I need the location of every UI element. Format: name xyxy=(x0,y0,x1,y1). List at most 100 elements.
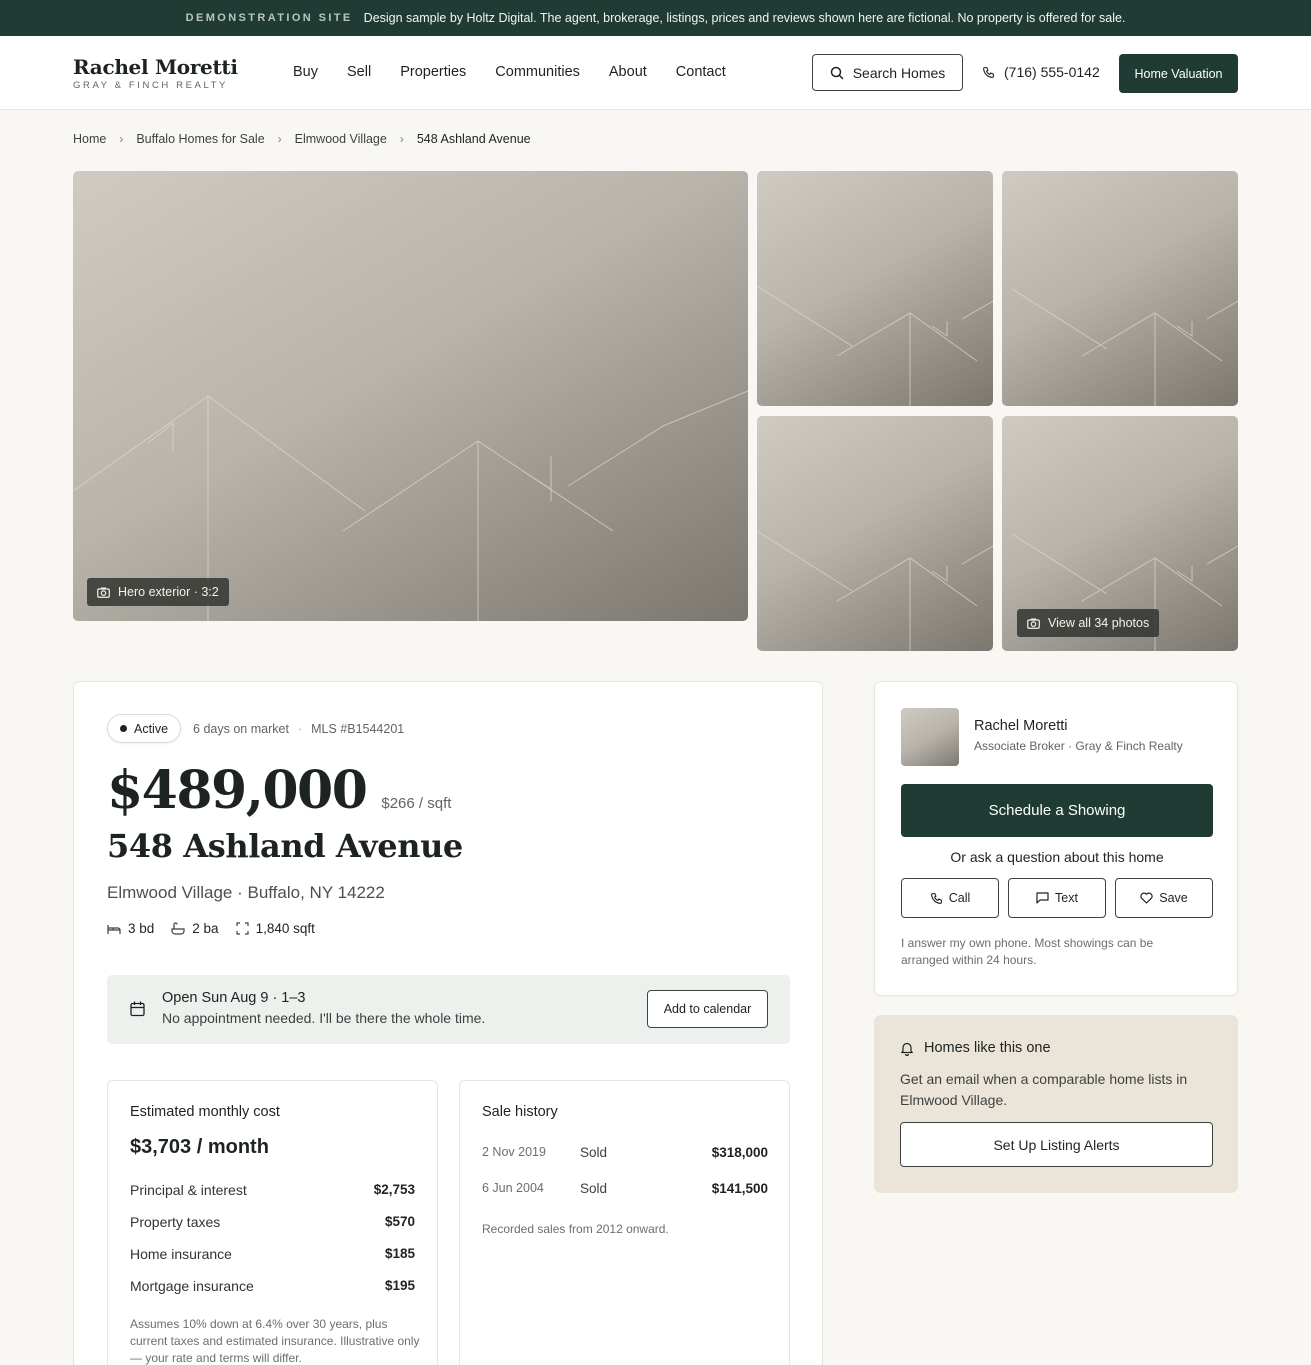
monthly-cost-card: Estimated monthly cost $3,703 / month Pr… xyxy=(107,1080,438,1365)
bell-icon xyxy=(901,1042,913,1056)
main-nav: Buy Sell Properties Communities About Co… xyxy=(293,63,755,81)
ask-question-text: Or ask a question about this home xyxy=(950,849,1164,865)
price-per-sqft: $266 / sqft xyxy=(381,795,452,812)
listing-alerts-card: Homes like this one Get an email when a … xyxy=(874,1015,1238,1193)
alerts-description: Get an email when a comparable home list… xyxy=(900,1071,1188,1108)
bath-icon xyxy=(171,922,185,935)
sale-amount: $141,500 xyxy=(711,1181,768,1196)
nav-contact[interactable]: Contact xyxy=(676,63,726,81)
calendar-icon xyxy=(130,1001,145,1017)
text-button[interactable]: Text xyxy=(1008,878,1106,918)
price-row: $489,000 $266 / sqft xyxy=(107,760,451,821)
search-homes-button[interactable]: Search Homes xyxy=(812,54,963,91)
sale-history-note: Recorded sales from 2012 onward. xyxy=(482,1222,669,1236)
call-label: Call xyxy=(948,891,971,905)
breadcrumb-elmwood[interactable]: Elmwood Village xyxy=(295,132,387,146)
status-label: Active xyxy=(134,721,169,736)
hero-photo-label: Hero exterior · 3:2 xyxy=(87,578,229,606)
site-header: Rachel Moretti GRAY & FINCH REALTY Buy S… xyxy=(0,36,1311,110)
house-outline-illustration xyxy=(1011,288,1238,406)
nav-properties[interactable]: Properties xyxy=(400,63,466,81)
agent-contact-card: Rachel Moretti Associate Broker · Gray &… xyxy=(874,681,1238,996)
message-icon xyxy=(1036,892,1049,904)
save-button[interactable]: Save xyxy=(1115,878,1213,918)
alerts-title-row: Homes like this one xyxy=(900,1040,1051,1056)
view-all-photos-button[interactable]: View all 34 photos xyxy=(1017,609,1160,637)
cost-label: Property taxes xyxy=(130,1214,221,1230)
beds-value: 3 bd xyxy=(128,921,155,936)
cost-row: Property taxes $570 xyxy=(130,1214,415,1230)
sale-history-card: Sale history 2 Nov 2019 Sold $318,000 6 … xyxy=(459,1080,790,1365)
open-house-subtitle: No appointment needed. I'll be there the… xyxy=(162,1010,486,1026)
gallery-photo-2[interactable] xyxy=(757,171,993,406)
open-house-banner: Open Sun Aug 9 · 1–3 No appointment need… xyxy=(107,975,790,1044)
demo-tag: DEMONSTRATION SITE xyxy=(185,12,353,24)
agent-name: Rachel Moretti xyxy=(974,718,1068,734)
nav-sell[interactable]: Sell xyxy=(347,63,371,81)
monthly-cost-total: $3,703 / month xyxy=(130,1136,269,1158)
home-valuation-button[interactable]: Home Valuation xyxy=(1119,54,1238,93)
phone-icon xyxy=(930,892,942,904)
header-phone-link[interactable]: (716) 555-0142 xyxy=(982,64,1100,80)
gallery-photo-5[interactable]: View all 34 photos xyxy=(1002,416,1238,651)
breadcrumb-buffalo[interactable]: Buffalo Homes for Sale xyxy=(136,132,264,146)
cost-amount: $195 xyxy=(384,1278,415,1293)
nav-communities[interactable]: Communities xyxy=(495,63,580,81)
add-to-calendar-button[interactable]: Add to calendar xyxy=(647,990,768,1028)
breadcrumb: Home › Buffalo Homes for Sale › Elmwood … xyxy=(73,132,531,146)
cost-amount: $570 xyxy=(384,1214,415,1229)
status-badge: Active xyxy=(107,714,182,743)
mls-number: MLS #B1544201 xyxy=(311,721,405,736)
heart-icon xyxy=(1140,892,1153,904)
baths-value: 2 ba xyxy=(192,921,219,936)
listing-status-row: Active 6 days on market · MLS #B1544201 xyxy=(107,714,404,743)
house-outline-illustration xyxy=(73,390,748,621)
monthly-cost-note: Assumes 10% down at 6.4% over 30 years, … xyxy=(130,1317,420,1365)
listing-price: $489,000 xyxy=(107,760,368,821)
cost-label: Principal & interest xyxy=(130,1182,247,1198)
header-phone-number: (716) 555-0142 xyxy=(1004,64,1100,80)
view-all-photos-label: View all 34 photos xyxy=(1048,616,1150,630)
listing-locality: Elmwood Village · Buffalo, NY 14222 xyxy=(107,883,385,902)
sale-event: Sold xyxy=(580,1181,608,1196)
agent-note: I answer my own phone. Most showings can… xyxy=(901,936,1154,967)
nav-buy[interactable]: Buy xyxy=(293,63,318,81)
expand-icon xyxy=(235,922,249,935)
listing-address: 548 Ashland Avenue xyxy=(107,827,463,865)
schedule-showing-button[interactable]: Schedule a Showing xyxy=(901,784,1213,837)
nav-about[interactable]: About xyxy=(609,63,647,81)
gallery-photo-4[interactable] xyxy=(757,416,993,651)
cost-amount: $185 xyxy=(384,1246,415,1261)
text-label: Text xyxy=(1055,891,1078,905)
cost-amount: $2,753 xyxy=(373,1182,415,1197)
demo-disclaimer: Design sample by Holtz Digital. The agen… xyxy=(363,11,1126,25)
call-button[interactable]: Call xyxy=(901,878,999,918)
set-up-alerts-button[interactable]: Set Up Listing Alerts xyxy=(900,1122,1213,1167)
breadcrumb-home[interactable]: Home xyxy=(73,132,106,146)
sale-date: 6 Jun 2004 xyxy=(482,1181,544,1195)
sale-event: Sold xyxy=(580,1145,608,1160)
monthly-cost-heading: Estimated monthly cost xyxy=(130,1104,280,1120)
bed-icon xyxy=(107,924,121,934)
days-on-market: 6 days on market xyxy=(193,721,289,736)
hero-photo-caption: Hero exterior · 3:2 xyxy=(118,585,219,599)
house-outline-illustration xyxy=(757,530,993,651)
sale-date: 2 Nov 2019 xyxy=(482,1145,546,1159)
sqft-value: 1,840 sqft xyxy=(255,921,315,936)
gallery-photo-3[interactable] xyxy=(1002,171,1238,406)
camera-icon xyxy=(1027,618,1040,629)
cost-label: Mortgage insurance xyxy=(130,1278,254,1294)
chevron-right-icon: › xyxy=(277,132,282,146)
sale-history-heading: Sale history xyxy=(482,1104,558,1120)
cost-row: Home insurance $185 xyxy=(130,1246,415,1262)
status-dot-icon xyxy=(120,725,127,732)
cost-label: Home insurance xyxy=(130,1246,232,1262)
cost-row: Principal & interest $2,753 xyxy=(130,1182,415,1198)
house-outline-illustration xyxy=(757,285,993,406)
search-icon xyxy=(830,66,844,80)
sqft-fact: 1,840 sqft xyxy=(235,921,315,936)
hero-photo[interactable]: Hero exterior · 3:2 xyxy=(73,171,748,621)
brand-logo[interactable]: Rachel Moretti GRAY & FINCH REALTY xyxy=(73,56,238,91)
sale-amount: $318,000 xyxy=(711,1145,768,1160)
agent-title: Associate Broker · Gray & Finch Realty xyxy=(974,739,1183,753)
